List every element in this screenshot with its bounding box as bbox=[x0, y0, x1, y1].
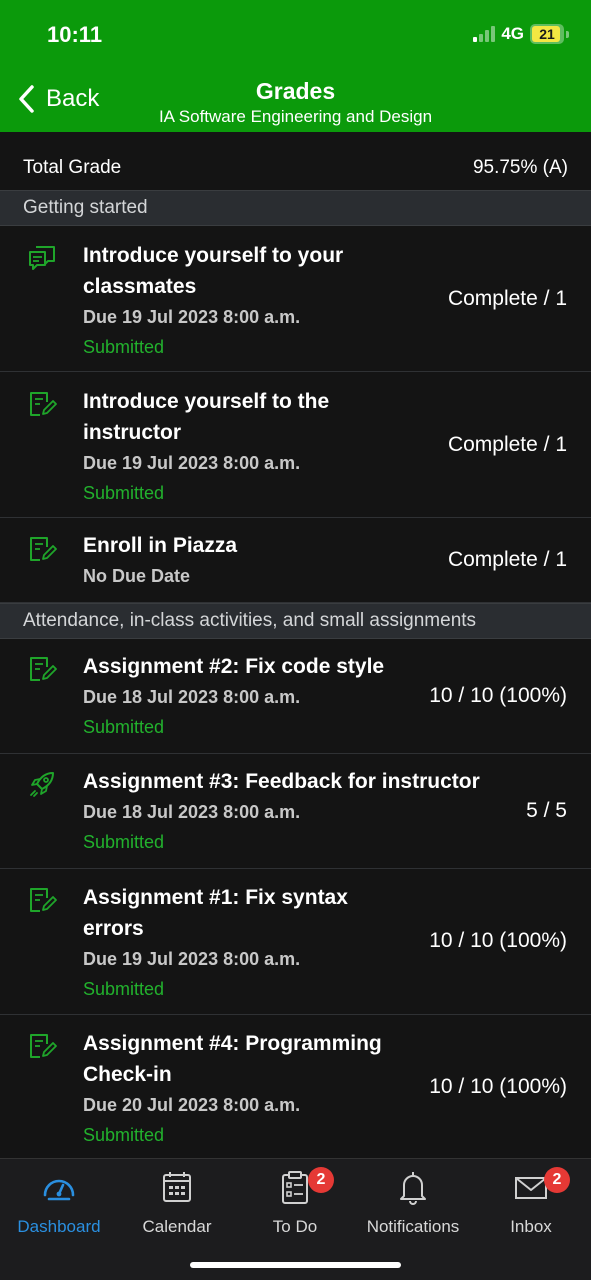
item-due-date: Due 19 Jul 2023 8:00 a.m. bbox=[83, 949, 301, 969]
envelope-icon bbox=[515, 1177, 547, 1199]
grade-item-assignment-1[interactable]: Assignment #1: Fix syntax errors Due 19 … bbox=[0, 869, 591, 1015]
section-title: Getting started bbox=[23, 197, 148, 218]
item-due-date: No Due Date bbox=[83, 566, 191, 586]
tab-todo[interactable]: 2 To Do bbox=[236, 1167, 354, 1237]
clipboard-icon bbox=[282, 1171, 308, 1204]
item-title: Introduce yourself to your bbox=[83, 244, 344, 267]
tab-label: Notifications bbox=[366, 1217, 460, 1236]
item-title-line2: instructor bbox=[83, 421, 182, 444]
bell-icon bbox=[400, 1172, 426, 1205]
item-score: 5 / 5 bbox=[526, 799, 567, 822]
battery-level: 21 bbox=[539, 26, 555, 42]
header-bar: 10:11 4G 21 Back Grades IA Software Engi… bbox=[0, 0, 591, 132]
total-grade-value: 95.75% (A) bbox=[472, 157, 568, 178]
dashboard-gauge-icon bbox=[43, 1179, 75, 1201]
item-due-date: Due 18 Jul 2023 8:00 a.m. bbox=[83, 687, 301, 707]
chevron-left-icon bbox=[19, 85, 34, 113]
item-title: Enroll in Piazza bbox=[83, 534, 238, 557]
section-title: Attendance, in-class activities, and sma… bbox=[23, 610, 477, 631]
item-status: Submitted bbox=[83, 1125, 165, 1145]
home-indicator bbox=[190, 1262, 401, 1268]
tab-label: Dashboard bbox=[17, 1217, 101, 1236]
item-status: Submitted bbox=[83, 337, 165, 357]
item-score: Complete / 1 bbox=[447, 287, 567, 310]
item-title-line2: Check-in bbox=[83, 1063, 172, 1086]
item-status: Submitted bbox=[83, 979, 165, 999]
network-type: 4G bbox=[501, 24, 524, 43]
tab-inbox[interactable]: 2 Inbox bbox=[472, 1167, 590, 1237]
grade-item-introduce-instructor[interactable]: Introduce yourself to the instructor Due… bbox=[0, 372, 591, 518]
item-score: Complete / 1 bbox=[447, 433, 567, 456]
grade-item-introduce-classmates[interactable]: Introduce yourself to your classmates Du… bbox=[0, 226, 591, 372]
grade-item-assignment-2[interactable]: Assignment #2: Fix code style Due 18 Jul… bbox=[0, 639, 591, 754]
grade-item-assignment-4[interactable]: Assignment #4: Programming Check-in Due … bbox=[0, 1015, 591, 1160]
item-title: Introduce yourself to the bbox=[83, 390, 330, 413]
tab-notifications[interactable]: Notifications bbox=[354, 1169, 472, 1237]
total-grade-label: Total Grade bbox=[23, 157, 122, 178]
tab-calendar[interactable]: Calendar bbox=[118, 1169, 236, 1237]
status-indicators: 4G 21 bbox=[473, 24, 569, 44]
grade-item-enroll-piazza[interactable]: Enroll in Piazza No Due Date Complete / … bbox=[0, 518, 591, 603]
item-due-date: Due 20 Jul 2023 8:00 a.m. bbox=[83, 1095, 301, 1115]
item-status: Submitted bbox=[83, 717, 165, 737]
item-title: Assignment #2: Fix code style bbox=[83, 655, 385, 678]
item-title: Assignment #4: Programming bbox=[83, 1032, 382, 1055]
discussion-icon bbox=[29, 246, 55, 270]
assignment-icon bbox=[30, 392, 57, 416]
item-title-line2: errors bbox=[83, 917, 144, 940]
item-title: Assignment #1: Fix syntax bbox=[83, 886, 348, 909]
tab-dashboard[interactable]: Dashboard bbox=[0, 1169, 118, 1237]
item-due-date: Due 19 Jul 2023 8:00 a.m. bbox=[83, 453, 301, 473]
item-score: 10 / 10 (100%) bbox=[429, 684, 567, 707]
section-header-attendance: Attendance, in-class activities, and sma… bbox=[0, 603, 591, 639]
rocket-icon bbox=[30, 772, 54, 797]
item-title-line2: classmates bbox=[83, 275, 197, 298]
assignment-icon bbox=[30, 657, 57, 681]
item-score: 10 / 10 (100%) bbox=[429, 1075, 567, 1098]
calendar-icon bbox=[163, 1172, 191, 1202]
battery-icon: 21 bbox=[530, 24, 564, 44]
todo-badge: 2 bbox=[308, 1167, 334, 1193]
assignment-icon bbox=[30, 888, 57, 912]
status-time: 10:11 bbox=[47, 22, 103, 47]
signal-icon bbox=[473, 26, 496, 42]
item-status: Submitted bbox=[83, 483, 165, 503]
tab-label: Calendar bbox=[142, 1217, 212, 1236]
back-label: Back bbox=[46, 85, 100, 112]
item-status: Submitted bbox=[83, 832, 165, 852]
item-due-date: Due 19 Jul 2023 8:00 a.m. bbox=[83, 307, 301, 327]
assignment-icon bbox=[30, 1034, 57, 1058]
assignment-icon bbox=[30, 537, 57, 561]
section-header-getting-started: Getting started bbox=[0, 190, 591, 226]
total-grade-row: Total Grade 95.75% (A) bbox=[0, 146, 591, 190]
tab-label: Inbox bbox=[510, 1217, 552, 1236]
item-due-date: Due 18 Jul 2023 8:00 a.m. bbox=[83, 802, 301, 822]
grade-item-assignment-3[interactable]: Assignment #3: Feedback for instructor D… bbox=[0, 754, 591, 869]
item-score: Complete / 1 bbox=[447, 548, 567, 571]
item-score: 10 / 10 (100%) bbox=[429, 929, 567, 952]
inbox-badge: 2 bbox=[544, 1167, 570, 1193]
back-button[interactable]: Back bbox=[16, 84, 99, 114]
tab-label: To Do bbox=[272, 1217, 318, 1236]
item-title: Assignment #3: Feedback for instructor bbox=[83, 770, 480, 793]
